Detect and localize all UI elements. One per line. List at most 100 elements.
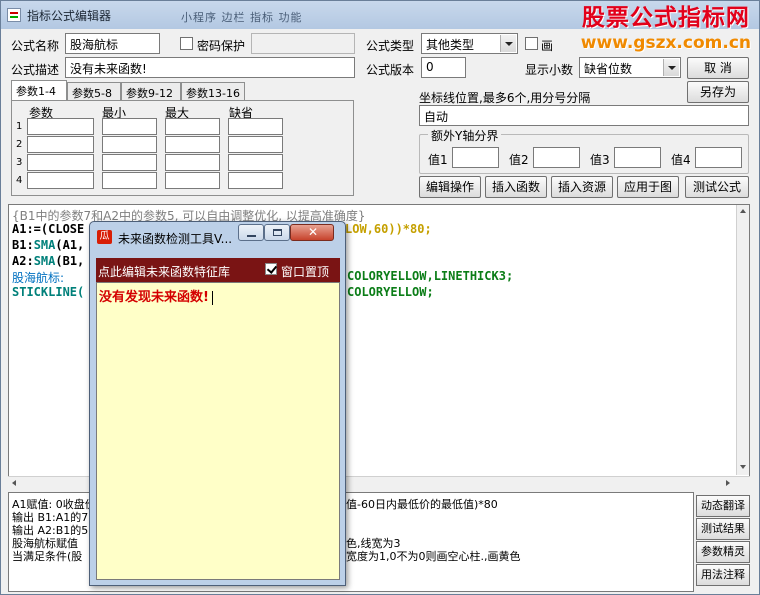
param-4-name-input[interactable] [27,172,94,189]
decimal-select[interactable]: 缺省位数 [579,57,681,78]
save-as-button[interactable]: 另存为 [687,81,749,103]
app-icon [7,8,21,22]
close-icon: ✕ [308,225,319,239]
param-row-label: 4 [16,175,23,186]
formula-name-input[interactable]: 股海航标 [65,33,160,54]
code-token: A1:=(CLOSE [12,222,85,236]
scroll-right-icon[interactable] [726,480,730,486]
param-3-default-input[interactable] [228,154,283,171]
code-token: LOW,60))*80; [345,222,432,236]
close-button[interactable]: ✕ [290,224,334,241]
explain-line-tail: 宽度为1,0不为0则画空心柱.,画黄色 [346,550,521,563]
edit-feature-library-link[interactable]: 点此编辑未来函数特征库 [98,263,230,280]
code-line-output-tail: COLORYELLOW,LINETHICK3; [347,269,513,283]
axis-value-2-input[interactable] [533,147,580,168]
axis-value-3-label: 值3 [590,153,610,167]
param-row-label: 2 [16,139,23,150]
tab-params-9-12[interactable]: 参数9-12 [121,82,181,100]
scroll-up-icon[interactable] [740,209,746,213]
usage-notes-button[interactable]: 用法注释 [696,564,750,586]
code-line-stickline: STICKLINE( [12,285,84,299]
code-token: (B1, [55,254,85,268]
axis-value-3-input[interactable] [614,147,661,168]
dialog-title: 未来函数检测工具V... [118,232,233,246]
version-label: 公式版本 [366,63,415,77]
code-line-a1-tail: LOW,60))*80; [345,222,432,236]
window-title: 指标公式编辑器 [27,9,112,23]
decimal-label: 显示小数 [525,63,574,77]
draw-label: 画 [541,39,554,53]
feature-library-bar[interactable]: 点此编辑未来函数特征库 窗口置顶 [96,258,340,282]
code-token: COLORYELLOW; [347,285,434,299]
param-2-min-input[interactable] [102,136,157,153]
param-4-min-input[interactable] [102,172,157,189]
param-2-max-input[interactable] [165,136,220,153]
explain-line: 当满足条件(股 [12,550,83,563]
param-4-default-input[interactable] [228,172,283,189]
axis-line-input[interactable]: 自动 [419,105,749,126]
axis-value-1-input[interactable] [452,147,499,168]
param-3-max-input[interactable] [165,154,220,171]
formula-type-label: 公式类型 [366,39,415,53]
code-line-b1: B1:SMA(A1, [12,238,84,252]
formula-type-value: 其他类型 [426,38,475,52]
chevron-down-icon [500,35,516,52]
tab-params-5-8[interactable]: 参数5-8 [67,82,121,100]
scroll-left-icon[interactable] [12,480,16,486]
formula-desc-input[interactable]: 没有未来函数! [65,57,355,78]
editor-vertical-scrollbar[interactable] [736,205,749,475]
result-message-text: 没有发现未来函数! [99,290,209,305]
param-wizard-button[interactable]: 参数精灵 [696,541,750,563]
version-input[interactable]: 0 [421,57,466,78]
melon-icon: 瓜 [97,230,112,244]
param-1-default-input[interactable] [228,118,283,135]
axis-value-2-label: 值2 [509,153,529,167]
param-2-default-input[interactable] [228,136,283,153]
extra-y-axis-title: 额外Y轴分界 [428,127,502,144]
topmost-label: 窗口置顶 [281,265,330,279]
code-token: (A1, [55,238,85,252]
password-checkbox[interactable] [180,37,193,50]
formula-type-select[interactable]: 其他类型 [421,33,518,54]
decimal-value: 缺省位数 [584,62,633,76]
minimize-icon [247,235,256,237]
topmost-checkbox[interactable] [265,263,277,275]
minimize-button[interactable] [238,224,264,241]
param-2-name-input[interactable] [27,136,94,153]
insert-function-button[interactable]: 插入函数 [485,176,547,198]
text-caret [211,290,213,305]
cancel-button[interactable]: 取 消 [687,57,749,79]
brand-watermark: 股票公式指标网 www.gszx.com.cn [581,3,751,53]
apply-to-chart-button[interactable]: 应用于图 [617,176,679,198]
test-result-button[interactable]: 测试结果 [696,518,750,540]
maximize-button[interactable] [264,224,290,241]
explain-line: 输出 B1:A1的7 [12,511,89,524]
code-line-output: 股海航标: [12,269,64,286]
tab-params-13-16[interactable]: 参数13-16 [181,82,245,100]
result-message: 没有发现未来函数! [99,286,213,305]
code-token: STICKLINE( [12,285,85,299]
explain-line: 输出 A2:B1的5 [12,524,89,537]
password-input[interactable] [251,33,355,54]
param-4-max-input[interactable] [165,172,220,189]
axis-value-4-input[interactable] [695,147,742,168]
scroll-down-icon[interactable] [740,465,746,469]
future-function-dialog: 瓜 未来函数检测工具V... ✕ 点此编辑未来函数特征库 窗口置顶 没有发现未来… [89,221,346,586]
edit-operation-button[interactable]: 编辑操作 [419,176,481,198]
password-label: 密码保护 [197,39,246,53]
brand-url: www.gszx.com.cn [580,33,751,53]
param-panel: 参数 最小 最大 缺省 1 2 3 4 [11,100,354,196]
dynamic-translate-button[interactable]: 动态翻译 [696,495,750,517]
draw-checkbox[interactable] [525,37,538,50]
param-1-name-input[interactable] [27,118,94,135]
param-1-max-input[interactable] [165,118,220,135]
code-line-a1: A1:=(CLOSE [12,222,84,236]
param-3-name-input[interactable] [27,154,94,171]
param-1-min-input[interactable] [102,118,157,135]
result-text-area[interactable]: 没有发现未来函数! [96,282,340,580]
param-3-min-input[interactable] [102,154,157,171]
test-formula-button[interactable]: 测试公式 [685,176,749,198]
tab-params-1-4[interactable]: 参数1-4 [11,80,67,100]
insert-resource-button[interactable]: 插入资源 [551,176,613,198]
code-token: B1: [12,238,34,252]
